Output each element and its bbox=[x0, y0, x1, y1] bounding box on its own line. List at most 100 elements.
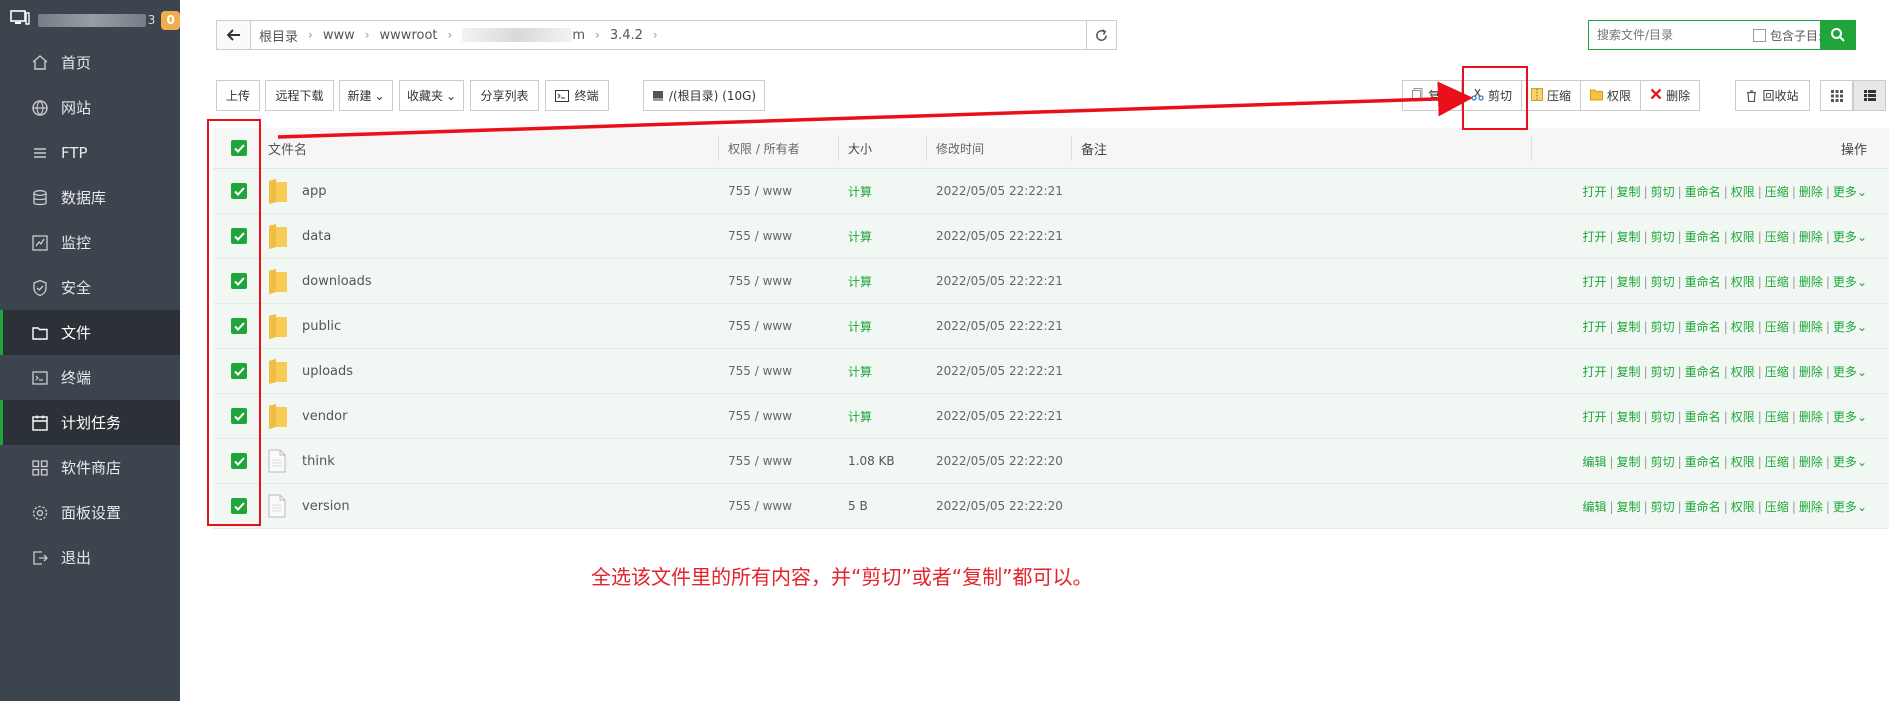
op-link[interactable]: 重命名 bbox=[1685, 500, 1721, 514]
op-link[interactable]: 压缩 bbox=[1765, 500, 1789, 514]
search-input[interactable] bbox=[1589, 28, 1749, 42]
op-link[interactable]: 更多 bbox=[1833, 455, 1857, 469]
op-link[interactable]: 权限 bbox=[1731, 365, 1755, 379]
include-subdir-checkbox[interactable]: 包含子目录 bbox=[1753, 27, 1830, 44]
op-link[interactable]: 复制 bbox=[1617, 230, 1641, 244]
op-open-link[interactable]: 打开 bbox=[1582, 230, 1606, 244]
sidebar-item-shield[interactable]: 安全 bbox=[0, 265, 180, 310]
file-perm[interactable]: 755 / www bbox=[718, 229, 838, 243]
op-edit-link[interactable]: 编辑 bbox=[1582, 500, 1606, 514]
file-size[interactable]: 计算 bbox=[838, 228, 926, 245]
op-link[interactable]: 重命名 bbox=[1685, 230, 1721, 244]
file-size[interactable]: 计算 bbox=[838, 408, 926, 425]
file-name[interactable]: app bbox=[302, 184, 326, 199]
refresh-button[interactable] bbox=[1086, 21, 1116, 49]
file-perm[interactable]: 755 / www bbox=[718, 184, 838, 198]
op-link[interactable]: 更多 bbox=[1833, 275, 1857, 289]
op-link[interactable]: 权限 bbox=[1731, 275, 1755, 289]
upload-button[interactable]: 上传 bbox=[216, 80, 260, 111]
op-link[interactable]: 复制 bbox=[1617, 320, 1641, 334]
sidebar-item-calendar[interactable]: 计划任务 bbox=[0, 400, 180, 445]
remote-download-button[interactable]: 远程下载 bbox=[265, 80, 334, 111]
op-link[interactable]: 更多 bbox=[1833, 230, 1857, 244]
compress-button[interactable]: 压缩 bbox=[1522, 81, 1582, 110]
op-link[interactable]: 压缩 bbox=[1765, 275, 1789, 289]
op-link[interactable]: 重命名 bbox=[1685, 455, 1721, 469]
table-row[interactable]: data 755 / www 计算 2022/05/05 22:22:21 打开 | 复制 |… bbox=[213, 214, 1889, 259]
sidebar-item-database[interactable]: 数据库 bbox=[0, 175, 180, 220]
header-size[interactable]: 大小 bbox=[838, 140, 926, 157]
table-row[interactable]: version 755 / www 5 B 2022/05/05 22:22:20 编辑… bbox=[213, 484, 1889, 529]
op-link[interactable]: 复制 bbox=[1617, 185, 1641, 199]
op-link[interactable]: 权限 bbox=[1731, 410, 1755, 424]
op-link[interactable]: 删除 bbox=[1799, 500, 1823, 514]
op-link[interactable]: 重命名 bbox=[1685, 320, 1721, 334]
op-link[interactable]: 删除 bbox=[1799, 185, 1823, 199]
crumb-root[interactable]: 根目录 bbox=[259, 26, 298, 45]
op-link[interactable]: 重命名 bbox=[1685, 275, 1721, 289]
op-link[interactable]: 权限 bbox=[1731, 230, 1755, 244]
op-link[interactable]: 剪切 bbox=[1651, 500, 1675, 514]
back-button[interactable] bbox=[217, 21, 251, 49]
op-link[interactable]: 压缩 bbox=[1765, 230, 1789, 244]
file-name[interactable]: vendor bbox=[302, 409, 347, 424]
op-link[interactable]: 剪切 bbox=[1651, 185, 1675, 199]
op-link[interactable]: 复制 bbox=[1617, 455, 1641, 469]
sidebar-item-folder[interactable]: 文件 bbox=[0, 310, 180, 355]
op-link[interactable]: 剪切 bbox=[1651, 365, 1675, 379]
table-row[interactable]: think 755 / www 1.08 KB 2022/05/05 22:22:20… bbox=[213, 439, 1889, 484]
op-link[interactable]: 删除 bbox=[1799, 455, 1823, 469]
file-perm[interactable]: 755 / www bbox=[718, 319, 838, 333]
op-link[interactable]: 剪切 bbox=[1651, 275, 1675, 289]
op-link[interactable]: 剪切 bbox=[1651, 455, 1675, 469]
table-row[interactable]: downloads 755 / www 计算 2022/05/05 22:22:21 打… bbox=[213, 259, 1889, 304]
op-link[interactable]: 更多 bbox=[1833, 185, 1857, 199]
op-edit-link[interactable]: 编辑 bbox=[1582, 455, 1606, 469]
sidebar-item-home[interactable]: 首页 bbox=[0, 40, 180, 85]
op-link[interactable]: 压缩 bbox=[1765, 455, 1789, 469]
share-list-button[interactable]: 分享列表 bbox=[470, 80, 539, 111]
table-row[interactable]: uploads 755 / www 计算 2022/05/05 22:22:21 打开 |… bbox=[213, 349, 1889, 394]
op-open-link[interactable]: 打开 bbox=[1582, 185, 1606, 199]
delete-button[interactable]: 删除 bbox=[1641, 81, 1700, 110]
new-dropdown-button[interactable]: 新建 ⌄ bbox=[339, 80, 393, 111]
table-row[interactable]: app 755 / www 计算 2022/05/05 22:22:21 打开 | 复制 | 剪… bbox=[213, 169, 1889, 214]
sidebar-item-terminal[interactable]: 终端 bbox=[0, 355, 180, 400]
op-link[interactable]: 更多 bbox=[1833, 500, 1857, 514]
op-link[interactable]: 重命名 bbox=[1685, 185, 1721, 199]
sidebar-item-grid[interactable]: 软件商店 bbox=[0, 445, 180, 490]
permission-button[interactable]: 权限 bbox=[1581, 81, 1642, 110]
op-link[interactable]: 权限 bbox=[1731, 320, 1755, 334]
header-perm[interactable]: 权限 / 所有者 bbox=[718, 140, 838, 157]
op-link[interactable]: 压缩 bbox=[1765, 410, 1789, 424]
grid-view-button[interactable] bbox=[1820, 80, 1853, 111]
header-mtime[interactable]: 修改时间 bbox=[926, 140, 1071, 157]
terminal-button[interactable]: 终端 bbox=[545, 80, 609, 111]
op-link[interactable]: 复制 bbox=[1617, 500, 1641, 514]
search-button[interactable] bbox=[1820, 20, 1856, 50]
crumb-version[interactable]: 3.4.2 bbox=[610, 28, 643, 43]
op-link[interactable]: 重命名 bbox=[1685, 365, 1721, 379]
sidebar-item-globe[interactable]: 网站 bbox=[0, 85, 180, 130]
op-link[interactable]: 剪切 bbox=[1651, 410, 1675, 424]
sidebar-item-ftp[interactable]: FTP bbox=[0, 130, 180, 175]
sidebar-item-logout[interactable]: 退出 bbox=[0, 535, 180, 580]
op-link[interactable]: 压缩 bbox=[1765, 320, 1789, 334]
file-perm[interactable]: 755 / www bbox=[718, 364, 838, 378]
op-link[interactable]: 删除 bbox=[1799, 230, 1823, 244]
file-name[interactable]: public bbox=[302, 319, 341, 334]
file-size[interactable]: 计算 bbox=[838, 363, 926, 380]
op-link[interactable]: 压缩 bbox=[1765, 365, 1789, 379]
file-perm[interactable]: 755 / www bbox=[718, 274, 838, 288]
op-link[interactable]: 压缩 bbox=[1765, 185, 1789, 199]
op-open-link[interactable]: 打开 bbox=[1582, 365, 1606, 379]
file-size[interactable]: 计算 bbox=[838, 273, 926, 290]
file-name[interactable]: think bbox=[302, 454, 335, 469]
op-link[interactable]: 剪切 bbox=[1651, 230, 1675, 244]
file-name[interactable]: version bbox=[302, 499, 350, 514]
op-link[interactable]: 复制 bbox=[1617, 410, 1641, 424]
op-link[interactable]: 删除 bbox=[1799, 275, 1823, 289]
disk-button[interactable]: /(根目录) (10G) bbox=[643, 80, 765, 111]
table-row[interactable]: vendor 755 / www 计算 2022/05/05 22:22:21 打开 | 复… bbox=[213, 394, 1889, 439]
op-link[interactable]: 权限 bbox=[1731, 500, 1755, 514]
